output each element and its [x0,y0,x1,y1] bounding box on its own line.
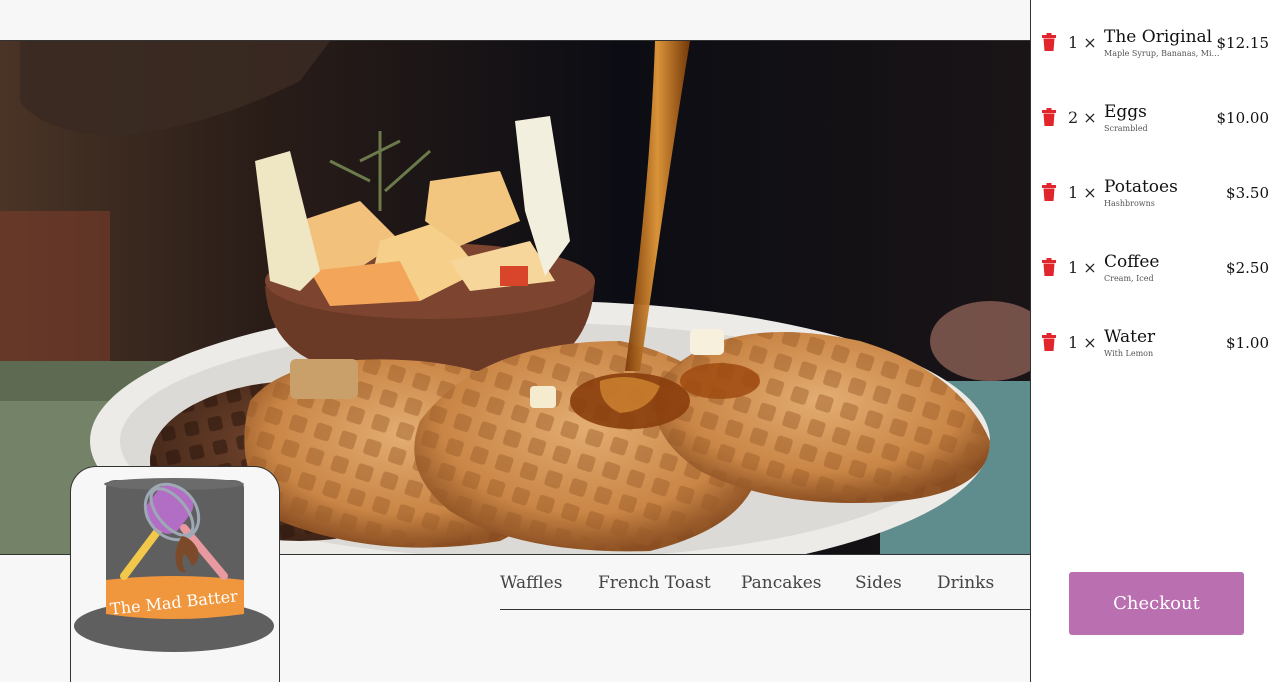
item-quantity: 1 × [1068,33,1097,52]
checkout-button[interactable]: Checkout [1069,572,1244,635]
item-price: $10.00 [1216,109,1270,127]
item-name: Eggs [1104,102,1147,122]
item-price: $3.50 [1226,184,1269,202]
trash-icon[interactable] [1041,33,1057,51]
item-name: The Original [1104,27,1213,47]
nav-item-drinks[interactable]: Drinks [937,573,994,593]
item-description: Maple Syrup, Bananas, Mixed Fruit [1104,49,1220,58]
nav-item-waffles[interactable]: Waffles [500,573,562,593]
item-price: $12.15 [1216,34,1270,52]
cart-item: 1 × Water With Lemon $1.00 [1031,308,1280,368]
trash-icon[interactable] [1041,183,1057,201]
cart-item: 1 × Coffee Cream, Iced $2.50 [1031,233,1280,293]
cart-item: 1 × Potatoes Hashbrowns $3.50 [1031,158,1280,218]
top-bar [0,0,1030,41]
item-quantity: 1 × [1068,333,1097,352]
trash-icon[interactable] [1041,108,1057,126]
nav-item-sides[interactable]: Sides [855,573,902,593]
category-nav: Waffles French Toast Pancakes Sides Drin… [500,560,1030,610]
trash-icon[interactable] [1041,333,1057,351]
item-name: Potatoes [1104,177,1178,197]
item-quantity: 2 × [1068,108,1097,127]
main-area: The Mad Batter Waffles French Toast Panc… [0,0,1030,682]
item-quantity: 1 × [1068,258,1097,277]
item-description: Hashbrowns [1104,199,1155,208]
trash-icon[interactable] [1041,258,1057,276]
cart-item: 1 × The Original Maple Syrup, Bananas, M… [1031,8,1280,68]
cart-item: 2 × Eggs Scrambled $10.00 [1031,83,1280,143]
nav-item-pancakes[interactable]: Pancakes [741,573,822,593]
item-description: With Lemon [1104,349,1154,358]
item-description: Scrambled [1104,124,1148,133]
item-price: $1.00 [1226,334,1269,352]
cart-sidebar: 1 × The Original Maple Syrup, Bananas, M… [1030,0,1280,682]
item-price: $2.50 [1226,259,1269,277]
item-quantity: 1 × [1068,183,1097,202]
mad-batter-logo[interactable]: The Mad Batter [74,476,278,656]
nav-item-french-toast[interactable]: French Toast [598,573,711,593]
item-description: Cream, Iced [1104,274,1154,283]
item-name: Coffee [1104,252,1160,272]
item-name: Water [1104,327,1156,347]
